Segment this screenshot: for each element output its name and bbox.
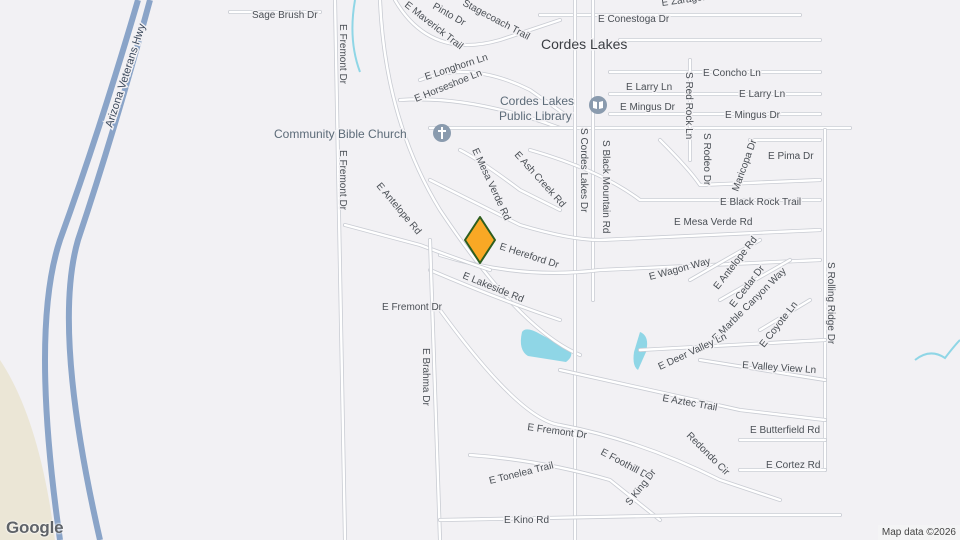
street-label: E Wagon Way xyxy=(648,256,712,283)
street-label: E Deer Valley Ln xyxy=(657,331,729,372)
map-svg: Arizona Veterans Hwy Cordes Lakes Cordes… xyxy=(0,0,960,540)
street-label: E Aztec Trail xyxy=(661,393,718,413)
street-label: Sage Brush Dr xyxy=(252,10,318,21)
street-label: S Red Rock Ln xyxy=(683,72,694,139)
street-label: E Pima Dr xyxy=(768,151,814,162)
stream-2 xyxy=(914,339,960,361)
stream-1 xyxy=(351,0,361,73)
street-label: E Larry Ln xyxy=(626,82,672,93)
street-label: E Butterfield Rd xyxy=(750,425,820,436)
street-label: E Cortez Rd xyxy=(766,460,820,471)
street-label: E Fremont Dr xyxy=(382,302,443,313)
map-attribution[interactable]: Map data ©2026 xyxy=(877,525,960,540)
map-canvas[interactable]: Arizona Veterans Hwy Cordes Lakes Cordes… xyxy=(0,0,960,540)
highway xyxy=(42,0,153,540)
street-label: E Zaragoza Dr xyxy=(661,0,728,9)
library-label-line-2: Public Library xyxy=(499,109,572,123)
street-label: S Rolling Ridge Dr xyxy=(825,262,836,345)
library-label-line-1: Cordes Lakes xyxy=(500,94,574,108)
street-label: S Rodeo Dr xyxy=(701,133,712,186)
street-label: E Larry Ln xyxy=(739,89,785,100)
street-label: E Mingus Dr xyxy=(620,102,676,113)
street-label: E Fremont Dr xyxy=(337,150,348,211)
book-icon[interactable] xyxy=(589,96,607,114)
street-label: E Hereford Dr xyxy=(498,241,561,271)
place-label: Cordes Lakes xyxy=(541,36,627,52)
street-label: Redondo Cir xyxy=(684,430,732,478)
street-label: E Mesa Verde Rd xyxy=(674,217,752,228)
street-label: E Concho Ln xyxy=(703,68,761,79)
church-cross-icon[interactable] xyxy=(433,124,451,142)
street-label: E Kino Rd xyxy=(504,515,549,526)
street-label: Stagecoach Trail xyxy=(461,0,532,43)
google-logo[interactable]: Google xyxy=(6,518,64,538)
street-label: E Mingus Dr xyxy=(725,110,781,121)
street-label: E Tonelea Trail xyxy=(488,460,555,487)
street-label: E Black Rock Trail xyxy=(720,197,801,208)
street-label: E Fremont Dr xyxy=(337,24,348,85)
church-label: Community Bible Church xyxy=(274,127,407,141)
street-label: E Brahma Dr xyxy=(420,348,431,406)
street-label: E Conestoga Dr xyxy=(598,14,670,25)
street-label: S Black Mountain Rd xyxy=(600,140,611,233)
street-label: S Cordes Lakes Dr xyxy=(578,128,589,213)
location-marker-icon[interactable] xyxy=(464,216,496,264)
street-label: E Antelope Rd xyxy=(374,181,424,237)
